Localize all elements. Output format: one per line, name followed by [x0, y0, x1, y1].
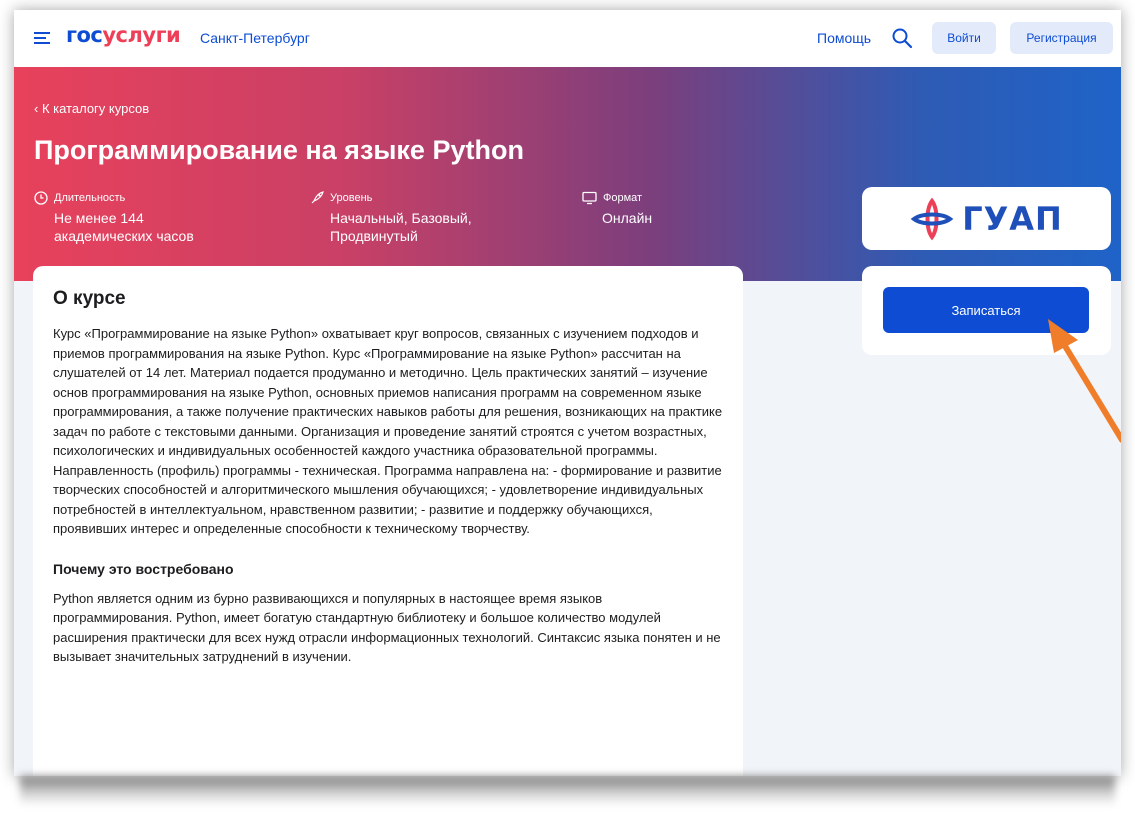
- register-button[interactable]: Регистрация: [1010, 22, 1113, 54]
- about-course-card: О курсе Курс «Программирование на языке …: [33, 266, 743, 776]
- rocket-icon: [311, 191, 324, 204]
- back-to-catalog-link[interactable]: ‹ К каталогу курсов: [34, 101, 149, 116]
- organization-name: ГУАП: [962, 199, 1063, 238]
- enroll-button[interactable]: Записаться: [883, 287, 1089, 333]
- duration-info: Длительность Не менее 144 академических …: [34, 191, 234, 245]
- level-info: Уровень Начальный, Базовый, Продвинутый: [310, 191, 510, 245]
- about-text: Курс «Программирование на языке Python» …: [53, 326, 723, 536]
- city-selector[interactable]: Санкт-Петербург: [200, 30, 310, 46]
- window-shadow: [20, 776, 1115, 806]
- organization-logo-card: ГУАП: [862, 187, 1111, 250]
- enroll-card: Записаться: [862, 266, 1111, 355]
- help-link[interactable]: Помощь: [817, 30, 871, 46]
- duration-label: Длительность: [54, 192, 126, 204]
- format-info: Формат Онлайн: [582, 191, 782, 227]
- format-value: Онлайн: [602, 210, 653, 226]
- about-heading: О курсе: [53, 288, 126, 309]
- login-button[interactable]: Войти: [932, 22, 996, 54]
- browser-page: госуслуги Санкт-Петербург Помощь Войти Р…: [14, 10, 1121, 776]
- level-label: Уровень: [330, 192, 373, 204]
- why-text: Python является одним из бурно развивающ…: [53, 590, 721, 665]
- level-value: Начальный, Базовый, Продвинутый: [330, 210, 472, 244]
- guap-emblem-icon: [910, 197, 954, 240]
- clock-icon: [34, 191, 48, 205]
- monitor-icon: [582, 191, 597, 205]
- why-heading: Почему это востребовано: [53, 560, 234, 577]
- duration-value: Не менее 144 академических часов: [54, 210, 194, 244]
- format-label: Формат: [603, 192, 643, 204]
- top-header: госуслуги Санкт-Петербург Помощь Войти Р…: [14, 10, 1121, 67]
- page-title: Программирование на языке Python: [34, 135, 524, 165]
- search-icon[interactable]: [891, 27, 913, 49]
- menu-icon[interactable]: [34, 32, 50, 44]
- gosuslugi-logo[interactable]: госуслуги: [66, 23, 181, 47]
